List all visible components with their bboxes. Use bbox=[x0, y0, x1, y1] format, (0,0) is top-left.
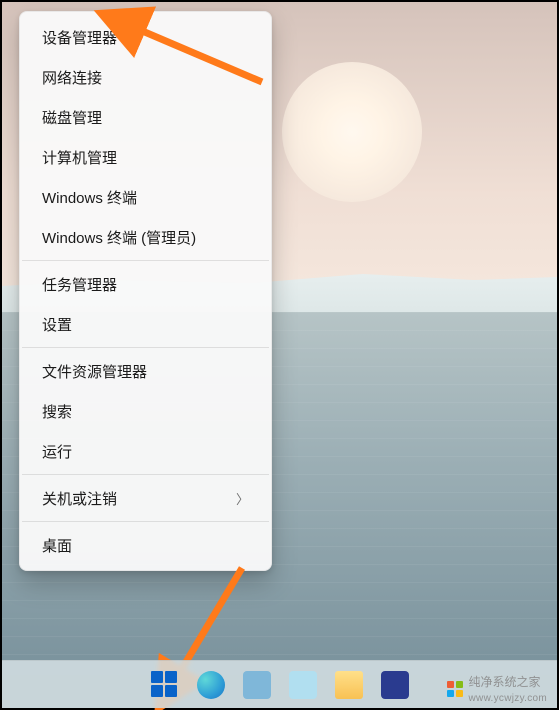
watermark-logo-icon bbox=[447, 681, 463, 697]
menu-item-label: Windows 终端 bbox=[42, 187, 137, 208]
menu-item-shutdown-signout[interactable]: 关机或注销 〉 bbox=[24, 478, 267, 518]
menu-item-task-manager[interactable]: 任务管理器 bbox=[24, 264, 267, 304]
chevron-right-icon: 〉 bbox=[236, 489, 249, 508]
taskbar-app-explorer-icon[interactable] bbox=[335, 671, 363, 699]
wallpaper-sun bbox=[282, 62, 422, 202]
menu-item-windows-terminal[interactable]: Windows 终端 bbox=[24, 177, 267, 217]
menu-item-windows-terminal-admin[interactable]: Windows 终端 (管理员) bbox=[24, 217, 267, 257]
menu-item-disk-management[interactable]: 磁盘管理 bbox=[24, 97, 267, 137]
menu-separator bbox=[22, 260, 269, 261]
menu-item-label: 网络连接 bbox=[42, 67, 102, 88]
menu-item-label: 任务管理器 bbox=[42, 274, 117, 295]
menu-item-label: 运行 bbox=[42, 441, 72, 462]
menu-item-label: 关机或注销 bbox=[42, 488, 117, 509]
start-button[interactable] bbox=[151, 671, 179, 699]
menu-item-label: Windows 终端 (管理员) bbox=[42, 227, 196, 248]
taskbar-app-icon[interactable] bbox=[381, 671, 409, 699]
menu-item-label: 计算机管理 bbox=[42, 147, 117, 168]
taskbar-app-icon[interactable] bbox=[289, 671, 317, 699]
watermark: 纯净系统之家 www.ycwjzy.com bbox=[447, 673, 547, 704]
menu-separator bbox=[22, 474, 269, 475]
menu-item-settings[interactable]: 设置 bbox=[24, 304, 267, 344]
taskbar-app-icon[interactable] bbox=[243, 671, 271, 699]
menu-separator bbox=[22, 521, 269, 522]
menu-item-network-connections[interactable]: 网络连接 bbox=[24, 57, 267, 97]
taskbar-app-edge-icon[interactable] bbox=[197, 671, 225, 699]
menu-item-run[interactable]: 运行 bbox=[24, 431, 267, 471]
menu-item-device-manager[interactable]: 设备管理器 bbox=[24, 17, 267, 57]
menu-item-label: 搜索 bbox=[42, 401, 72, 422]
menu-item-computer-management[interactable]: 计算机管理 bbox=[24, 137, 267, 177]
menu-item-label: 磁盘管理 bbox=[42, 107, 102, 128]
menu-item-label: 设备管理器 bbox=[42, 27, 117, 48]
menu-item-desktop[interactable]: 桌面 bbox=[24, 525, 267, 565]
winx-context-menu[interactable]: 设备管理器 网络连接 磁盘管理 计算机管理 Windows 终端 Windows… bbox=[19, 11, 272, 571]
menu-separator bbox=[22, 347, 269, 348]
menu-item-file-explorer[interactable]: 文件资源管理器 bbox=[24, 351, 267, 391]
menu-item-label: 设置 bbox=[42, 314, 72, 335]
screenshot-viewport: 设备管理器 网络连接 磁盘管理 计算机管理 Windows 终端 Windows… bbox=[0, 0, 559, 710]
watermark-url: www.ycwjzy.com bbox=[469, 693, 547, 704]
menu-item-label: 文件资源管理器 bbox=[42, 361, 147, 382]
menu-item-search[interactable]: 搜索 bbox=[24, 391, 267, 431]
watermark-text: 纯净系统之家 bbox=[469, 675, 541, 689]
menu-item-label: 桌面 bbox=[42, 535, 72, 556]
